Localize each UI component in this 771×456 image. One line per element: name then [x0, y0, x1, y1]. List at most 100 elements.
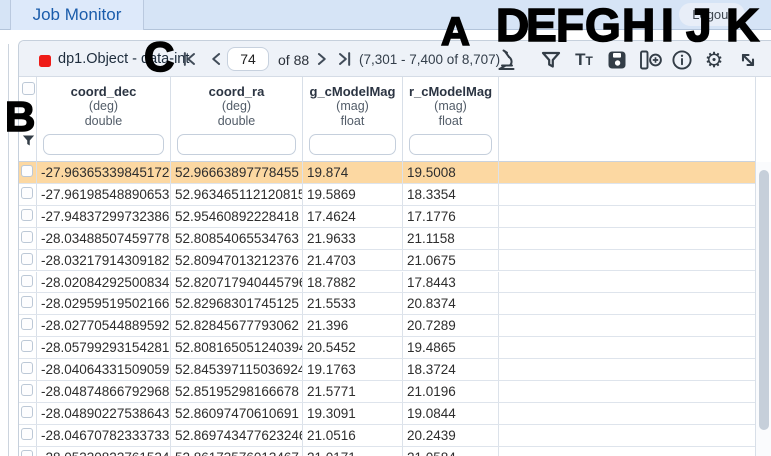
previous-page-button[interactable]	[207, 49, 227, 69]
table-row[interactable]: -28.04890227538643552.8609747061069119.3…	[19, 403, 756, 425]
table-panel: dp1.Object - data-int of 88 (7,301 - 7,4…	[18, 40, 771, 456]
column-type: double	[171, 114, 302, 129]
scrollbar-thumb[interactable]	[759, 170, 769, 430]
text-format-icon[interactable]: TT	[572, 48, 596, 72]
row-checkbox[interactable]	[21, 340, 33, 352]
filter-input-r_cModelMag[interactable]	[409, 134, 492, 155]
cell-r_cModelMag: 19.0844	[403, 403, 499, 424]
filter-input-coord_ra[interactable]	[177, 134, 296, 155]
cell-g_cModelMag: 19.5869	[303, 184, 403, 205]
tab-job-monitor[interactable]: Job Monitor	[10, 0, 144, 30]
cell-filler	[499, 162, 756, 183]
annotation-letter-A: A	[441, 12, 470, 52]
info-icon[interactable]	[670, 48, 694, 72]
cell-g_cModelMag: 21.5533	[303, 293, 403, 314]
top-bar: Job Monitor Logout	[0, 0, 771, 30]
row-checkbox[interactable]	[21, 275, 33, 287]
table-row[interactable]: -28.0487486679296852.8519529816667821.57…	[19, 381, 756, 403]
cell-coord_ra: 52.963465112120815	[171, 184, 303, 205]
row-checkbox[interactable]	[21, 362, 33, 374]
cell-r_cModelMag: 21.0675	[403, 250, 499, 271]
row-checkbox[interactable]	[21, 406, 33, 418]
column-name: r_cModelMag	[403, 84, 498, 99]
cell-r_cModelMag: 20.8374	[403, 293, 499, 314]
column-name: coord_ra	[171, 84, 302, 99]
table-row[interactable]: -28.02959519502166352.8296830174512521.5…	[19, 293, 756, 315]
column-header-r_cModelMag[interactable]: r_cModelMag (mag) float	[403, 77, 499, 162]
filter-input-coord_dec[interactable]	[43, 134, 164, 155]
cell-coord_dec: -28.04064331509059	[37, 359, 171, 380]
filter-icon[interactable]	[539, 48, 563, 72]
column-header-coord_ra[interactable]: coord_ra (deg) double	[171, 77, 303, 162]
table-row[interactable]: -27.96365339845172252.9666389777845519.8…	[19, 162, 756, 184]
add-column-icon[interactable]	[637, 48, 661, 72]
annotation-letter-D: D	[496, 2, 529, 48]
table-header: coord_dec (deg) double coord_ra (deg) do…	[19, 77, 756, 162]
table-row[interactable]: -28.0533082376152452.8617357601346721.01…	[19, 447, 756, 456]
table-row[interactable]: -28.02084292500834652.82071794044579618.…	[19, 272, 756, 294]
page-count-label: of 88	[278, 52, 309, 68]
row-checkbox[interactable]	[21, 384, 33, 396]
row-select-cell	[19, 447, 37, 456]
page-number-input[interactable]	[227, 47, 269, 71]
annotation-letter-J: J	[686, 2, 712, 48]
row-checkbox[interactable]	[21, 428, 33, 440]
cell-filler	[499, 447, 756, 456]
row-checkbox[interactable]	[21, 231, 33, 243]
row-select-cell	[19, 272, 37, 293]
next-page-button[interactable]	[311, 49, 331, 69]
column-unit: (deg)	[171, 99, 302, 114]
row-checkbox[interactable]	[21, 450, 33, 456]
table-row[interactable]: -28.03488507459778552.8085406553476321.9…	[19, 228, 756, 250]
cell-coord_ra: 52.80947013212376	[171, 250, 303, 271]
row-select-cell	[19, 206, 37, 227]
row-checkbox[interactable]	[21, 165, 33, 177]
row-select-cell	[19, 403, 37, 424]
save-icon[interactable]	[605, 48, 629, 72]
cell-coord_ra: 52.845397115036924	[171, 359, 303, 380]
microscope-icon[interactable]	[496, 48, 520, 72]
row-checkbox[interactable]	[21, 318, 33, 330]
row-select-cell	[19, 315, 37, 336]
annotation-letter-C: C	[144, 36, 174, 78]
column-unit: (deg)	[37, 99, 170, 114]
table-row[interactable]: -28.02770544889592652.8284567779306221.3…	[19, 315, 756, 337]
tab-job-monitor-label: Job Monitor	[33, 5, 122, 25]
cell-filler	[499, 315, 756, 336]
last-page-button[interactable]	[335, 49, 355, 69]
row-select-cell	[19, 425, 37, 446]
table-row[interactable]: -27.9483729973238652.9546089222841817.46…	[19, 206, 756, 228]
cell-r_cModelMag: 17.1776	[403, 206, 499, 227]
cell-coord_dec: -27.94837299732386	[37, 206, 171, 227]
cell-filler	[499, 359, 756, 380]
vertical-scrollbar[interactable]	[755, 162, 771, 456]
first-page-button[interactable]	[179, 49, 199, 69]
column-header-coord_dec[interactable]: coord_dec (deg) double	[37, 77, 171, 162]
annotation-letter-B: B	[5, 96, 35, 138]
table-row[interactable]: -28.0406433150905952.84539711503692419.1…	[19, 359, 756, 381]
cell-coord_ra: 52.85195298166678	[171, 381, 303, 402]
table-row[interactable]: -28.05799293154281352.80816505124039420.…	[19, 337, 756, 359]
cell-filler	[499, 381, 756, 402]
annotation-letter-G: G	[585, 2, 621, 48]
row-checkbox[interactable]	[21, 253, 33, 265]
row-checkbox[interactable]	[21, 187, 33, 199]
cell-r_cModelMag: 21.1158	[403, 228, 499, 249]
cell-g_cModelMag: 21.0171	[303, 447, 403, 456]
cell-coord_ra: 52.820717940445796	[171, 272, 303, 293]
cell-coord_dec: -28.057992931542813	[37, 337, 171, 358]
cell-coord_dec: -28.04874866792968	[37, 381, 171, 402]
table-row[interactable]: -28.0467078233373352.86974347762324621.0…	[19, 425, 756, 447]
table-row[interactable]: -27.96198548890653552.96346511212081519.…	[19, 184, 756, 206]
column-header-g_cModelMag[interactable]: g_cModelMag (mag) float	[303, 77, 403, 162]
cell-coord_dec: -28.027705448895926	[37, 315, 171, 336]
row-checkbox[interactable]	[21, 296, 33, 308]
cell-g_cModelMag: 19.1763	[303, 359, 403, 380]
table-row[interactable]: -28.03217914309182752.8094701321237621.4…	[19, 250, 756, 272]
cell-filler	[499, 206, 756, 227]
settings-gear-icon[interactable]: ⚙	[702, 48, 726, 72]
cell-g_cModelMag: 18.7882	[303, 272, 403, 293]
filter-input-g_cModelMag[interactable]	[309, 134, 396, 155]
expand-icon[interactable]	[736, 48, 760, 72]
row-checkbox[interactable]	[21, 209, 33, 221]
